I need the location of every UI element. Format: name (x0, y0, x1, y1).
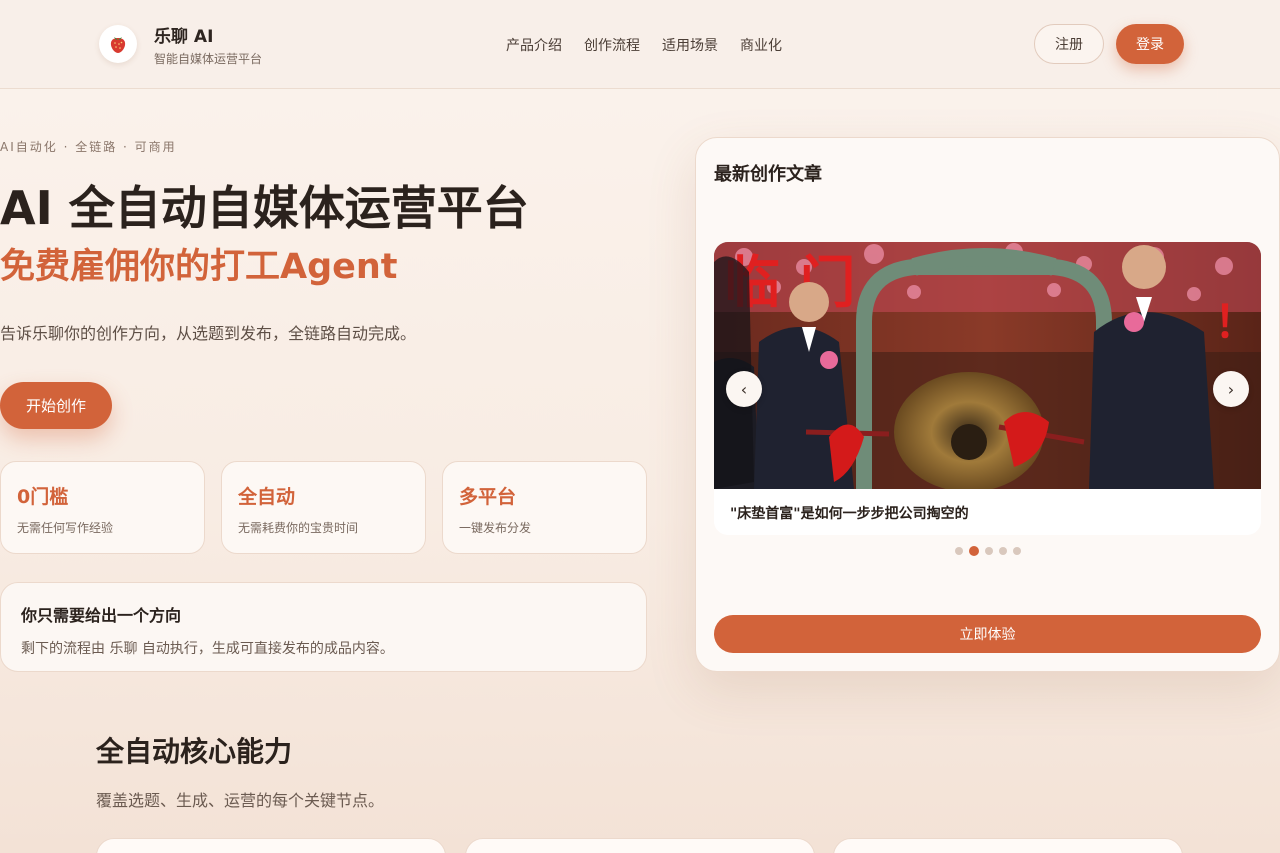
article-cover-image: 临 门 ！ (714, 242, 1261, 489)
brand-tagline: 智能自媒体运营平台 (154, 52, 263, 66)
core-card (465, 838, 815, 853)
feature-card-multi-platform: 多平台 一键发布分发 (442, 461, 647, 554)
chevron-right-icon: › (1227, 379, 1235, 399)
carousel-next-button[interactable]: › (1213, 371, 1249, 407)
hero-eyebrow: AI自动化 · 全链路 · 可商用 (0, 140, 177, 154)
try-now-button[interactable]: 立即体验 (714, 615, 1261, 653)
feature-card-fully-auto: 全自动 无需耗费你的宝贵时间 (221, 461, 426, 554)
register-button[interactable]: 注册 (1034, 24, 1104, 64)
brand-name: 乐聊 AI (154, 27, 214, 47)
carousel-dot[interactable] (999, 547, 1007, 555)
carousel-dots (955, 546, 1021, 556)
core-section-title: 全自动核心能力 (96, 735, 293, 768)
strawberry-icon (110, 37, 126, 53)
feature-desc: 无需耗费你的宝贵时间 (238, 521, 359, 535)
feature-desc: 无需任何写作经验 (17, 521, 114, 535)
feature-title: 多平台 (459, 486, 517, 508)
feature-card-zero-threshold: 0门槛 无需任何写作经验 (0, 461, 205, 554)
carousel-dot[interactable] (1013, 547, 1021, 555)
chevron-left-icon: ‹ (740, 379, 748, 399)
core-card (833, 838, 1183, 853)
nav-item-scenarios[interactable]: 适用场景 (662, 35, 718, 55)
core-card (96, 838, 446, 853)
article-caption[interactable]: "床垫首富"是如何一步步把公司掏空的 (714, 489, 1261, 535)
panel-title: 最新创作文章 (714, 164, 822, 185)
nav-item-product[interactable]: 产品介绍 (506, 35, 562, 55)
feature-desc: 一键发布分发 (459, 521, 532, 535)
carousel-prev-button[interactable]: ‹ (726, 371, 762, 407)
feature-title: 全自动 (238, 486, 296, 508)
hero-description: 告诉乐聊你的创作方向，从选题到发布，全链路自动完成。 (0, 324, 417, 343)
top-header: 乐聊 AI 智能自媒体运营平台 产品介绍 创作流程 适用场景 商业化 注册 登录 (0, 0, 1280, 89)
main-nav: 产品介绍 创作流程 适用场景 商业化 (506, 35, 782, 55)
direction-title: 你只需要给出一个方向 (21, 606, 182, 625)
start-creating-button[interactable]: 开始创作 (0, 382, 112, 429)
core-section-subtitle: 覆盖选题、生成、运营的每个关键节点。 (96, 791, 385, 810)
hero-subtitle: 免费雇佣你的打工Agent (0, 247, 398, 287)
direction-card: 你只需要给出一个方向 剩下的流程由 乐聊 自动执行，生成可直接发布的成品内容。 (0, 582, 647, 672)
carousel-dot[interactable] (985, 547, 993, 555)
carousel-dot-active[interactable] (969, 546, 979, 556)
svg-text:！: ！ (1214, 297, 1258, 348)
direction-desc: 剩下的流程由 乐聊 自动执行，生成可直接发布的成品内容。 (21, 641, 394, 657)
latest-articles-panel: 最新创作文章 临 门 ！ "床垫首富"是如何一步步把公司掏空的 ‹ › 立即体验 (695, 137, 1280, 672)
login-button[interactable]: 登录 (1116, 24, 1184, 64)
nav-item-workflow[interactable]: 创作流程 (584, 35, 640, 55)
article-carousel[interactable]: 临 门 ！ "床垫首富"是如何一步步把公司掏空的 (714, 242, 1261, 535)
nav-item-commercial[interactable]: 商业化 (740, 35, 782, 55)
carousel-dot[interactable] (955, 547, 963, 555)
feature-title: 0门槛 (17, 486, 69, 508)
hero-title: AI 全自动自媒体运营平台 (0, 181, 529, 235)
brand-logo[interactable] (99, 25, 137, 63)
